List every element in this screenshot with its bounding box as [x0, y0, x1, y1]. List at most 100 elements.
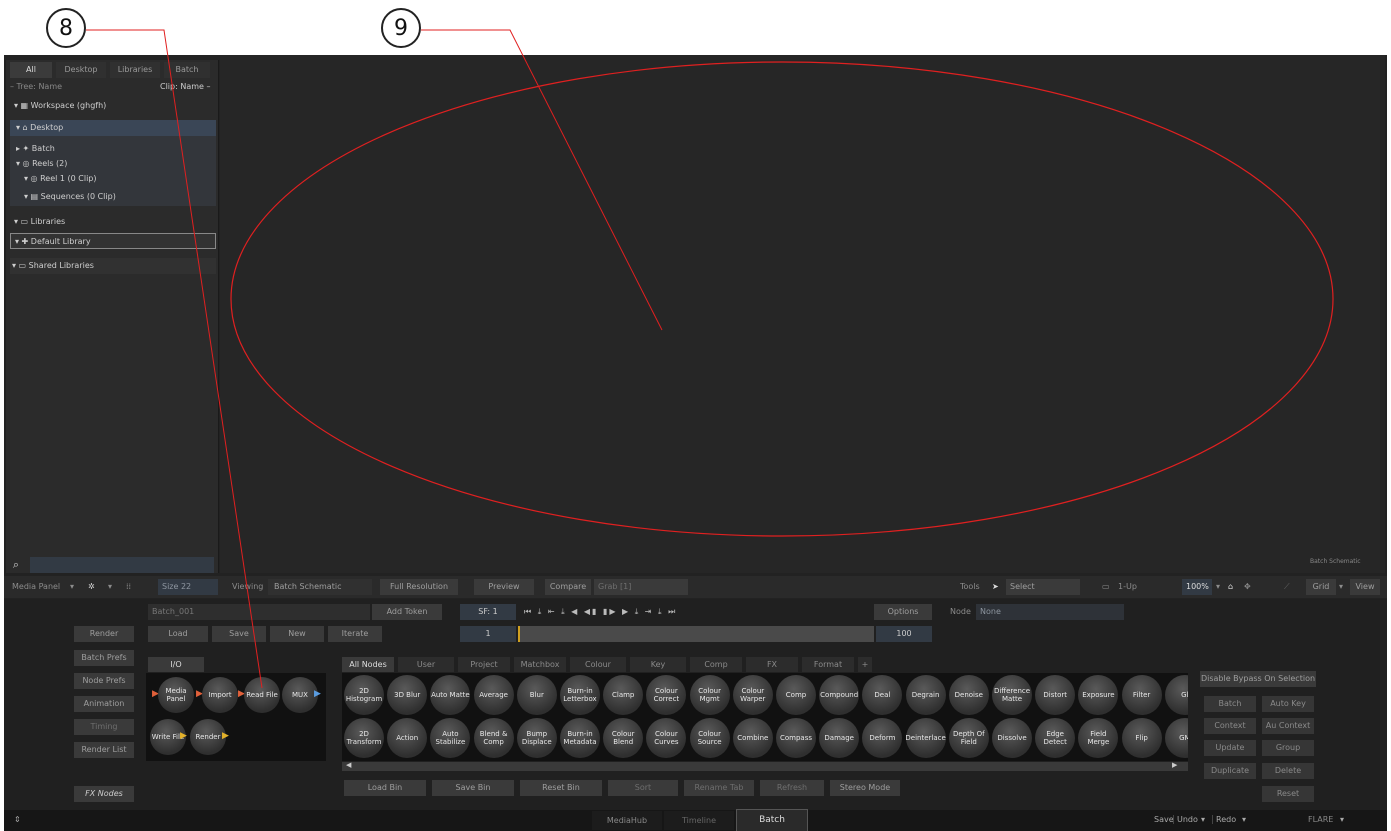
node-colour-blend[interactable]: Colour Blend	[603, 718, 644, 758]
tree-reels[interactable]: ▾ ◎ Reels (2)	[16, 156, 67, 172]
auto-key-button[interactable]: Auto Key	[1262, 696, 1314, 712]
io-tab[interactable]: I/O	[148, 657, 204, 672]
node-edge-detect[interactable]: Edge Detect	[1035, 718, 1076, 758]
options-dropdown[interactable]: Options	[874, 604, 932, 620]
node-read-file[interactable]: Read File	[244, 677, 280, 713]
pin-icon[interactable]: ⟋	[1284, 579, 1290, 595]
node-gl[interactable]: Gl	[1164, 675, 1188, 715]
start-frame-field[interactable]: 1	[460, 626, 516, 642]
tree-workspace[interactable]: ▾ ▦ Workspace (ghgfh)	[14, 98, 106, 114]
tab-comp[interactable]: Comp	[690, 657, 742, 672]
tab-user[interactable]: User	[398, 657, 454, 672]
tree-shared-libraries[interactable]: ▾ ▭ Shared Libraries	[10, 258, 216, 274]
tab-key[interactable]: Key	[630, 657, 686, 672]
node-dissolve[interactable]: Dissolve	[992, 718, 1032, 758]
node-compass[interactable]: Compass	[776, 718, 816, 758]
node-blend-comp[interactable]: Blend & Comp	[473, 718, 514, 758]
layout-dropdown[interactable]: 1-Up	[1118, 579, 1137, 595]
tree-sequences[interactable]: ▾ ▤ Sequences (0 Clip)	[24, 189, 116, 205]
tree-name-header[interactable]: – Tree: Name	[10, 79, 62, 95]
node-colour-source[interactable]: Colour Source	[689, 718, 730, 758]
node-filter[interactable]: Filter	[1121, 675, 1162, 715]
node-colour-correct[interactable]: Colour Correct	[646, 675, 687, 715]
nodes-scrollbar[interactable]	[342, 762, 1188, 771]
scroll-left-icon[interactable]: ◀	[346, 761, 351, 769]
tab-format[interactable]: Format	[802, 657, 854, 672]
render-list-button[interactable]: Render List	[74, 742, 134, 758]
zoom-field[interactable]: 100%	[1182, 579, 1212, 595]
tab-libraries[interactable]: Libraries	[110, 62, 160, 78]
list-view-icon[interactable]: ⁞⁞	[126, 579, 131, 595]
node-mux[interactable]: MUX	[282, 677, 318, 713]
preview-button[interactable]: Preview	[474, 579, 534, 595]
rename-tab-button[interactable]: Rename Tab	[684, 780, 754, 796]
reset-bin-button[interactable]: Reset Bin	[520, 780, 602, 796]
tab-batch[interactable]: Batch	[164, 62, 210, 78]
bottom-expand-icon[interactable]: ⇕	[14, 815, 21, 824]
load-bin-button[interactable]: Load Bin	[344, 780, 426, 796]
disable-bypass-button[interactable]: Disable Bypass On Selection	[1200, 671, 1316, 687]
save-bin-button[interactable]: Save Bin	[432, 780, 514, 796]
node-field[interactable]: None	[976, 604, 1124, 620]
timing-button[interactable]: Timing	[74, 719, 134, 735]
grab-dropdown[interactable]: Grab [1]	[594, 579, 688, 595]
context-dropdown[interactable]: Context	[1204, 718, 1256, 734]
home-icon[interactable]: ⌂	[1228, 579, 1233, 595]
node-bump-displace[interactable]: Bump Displace	[516, 718, 557, 758]
node-field-merge[interactable]: Field Merge	[1078, 718, 1119, 758]
media-panel-dropdown[interactable]: Media Panel	[12, 579, 60, 595]
node-import[interactable]: Import	[202, 677, 238, 713]
undo-button[interactable]: Undo	[1173, 815, 1198, 824]
node-exposure[interactable]: Exposure	[1078, 675, 1119, 715]
node-deform[interactable]: Deform	[862, 718, 903, 758]
grid-dropdown[interactable]: Grid	[1306, 579, 1336, 595]
node-average[interactable]: Average	[473, 675, 514, 715]
au-context-button[interactable]: Au Context	[1262, 718, 1314, 734]
tab-all[interactable]: All	[10, 62, 52, 78]
compare-button[interactable]: Compare	[545, 579, 591, 595]
node-2d-transform[interactable]: 2D Transform	[344, 718, 384, 758]
scroll-right-icon[interactable]: ▶	[1172, 761, 1177, 769]
zoom-chevron-icon[interactable]: ▾	[1216, 579, 1220, 595]
node-auto-stabilize[interactable]: Auto Stabilize	[430, 718, 471, 758]
node-comp[interactable]: Comp	[776, 675, 816, 715]
node-flip[interactable]: Flip	[1121, 718, 1162, 758]
tab-desktop[interactable]: Desktop	[56, 62, 106, 78]
new-dropdown[interactable]: New	[270, 626, 324, 642]
node-action[interactable]: Action	[387, 718, 428, 758]
update-button[interactable]: Update	[1204, 740, 1256, 756]
node-denoise[interactable]: Denoise	[948, 675, 989, 715]
node-deinterlace[interactable]: Deinterlace	[905, 718, 946, 758]
grid-chevron-icon[interactable]: ▾	[1339, 579, 1343, 595]
tab-batch-main[interactable]: Batch	[736, 809, 808, 831]
reset-button[interactable]: Reset	[1262, 786, 1314, 802]
node-blur[interactable]: Blur	[516, 675, 557, 715]
node-prefs-button[interactable]: Node Prefs	[74, 673, 134, 689]
node-3d-blur[interactable]: 3D Blur	[387, 675, 428, 715]
search-icon[interactable]: ⌕	[8, 557, 24, 573]
library-search-input[interactable]	[30, 557, 214, 573]
tab-all-nodes[interactable]: All Nodes	[342, 657, 394, 672]
undo-chevron-icon[interactable]: ▾	[1201, 815, 1205, 824]
view-dropdown[interactable]: View	[1350, 579, 1380, 595]
node-colour-warper[interactable]: Colour Warper	[732, 675, 773, 715]
save-dropdown[interactable]: Save	[212, 626, 266, 642]
sf-field[interactable]: SF: 1	[460, 604, 516, 620]
refresh-button[interactable]: Refresh	[760, 780, 824, 796]
batch-schematic-viewer[interactable]	[220, 55, 1385, 573]
tree-libraries[interactable]: ▾ ▭ Libraries	[14, 214, 65, 230]
tree-batch[interactable]: ▸ ✦ Batch	[16, 141, 55, 157]
app-menu-chevron-icon[interactable]: ▾	[1340, 815, 1344, 824]
fx-nodes-button[interactable]: FX Nodes	[74, 786, 134, 802]
tab-fx[interactable]: FX	[746, 657, 798, 672]
tree-default-library[interactable]: ▾ ✚ Default Library	[10, 233, 216, 249]
end-frame-field[interactable]: 100	[876, 626, 932, 642]
select-tool-dropdown[interactable]: Select	[1006, 579, 1080, 595]
redo-chevron-icon[interactable]: ▾	[1242, 815, 1246, 824]
resolution-dropdown[interactable]: Full Resolution	[380, 579, 458, 595]
batch-name-input[interactable]: Batch_001	[148, 604, 370, 620]
tree-desktop[interactable]: ▾ ⌂ Desktop	[10, 120, 216, 136]
node-compound[interactable]: Compound	[819, 675, 860, 715]
node-difference-matte[interactable]: Difference Matte	[992, 675, 1032, 715]
batch-prefs-button[interactable]: Batch Prefs	[74, 650, 134, 666]
